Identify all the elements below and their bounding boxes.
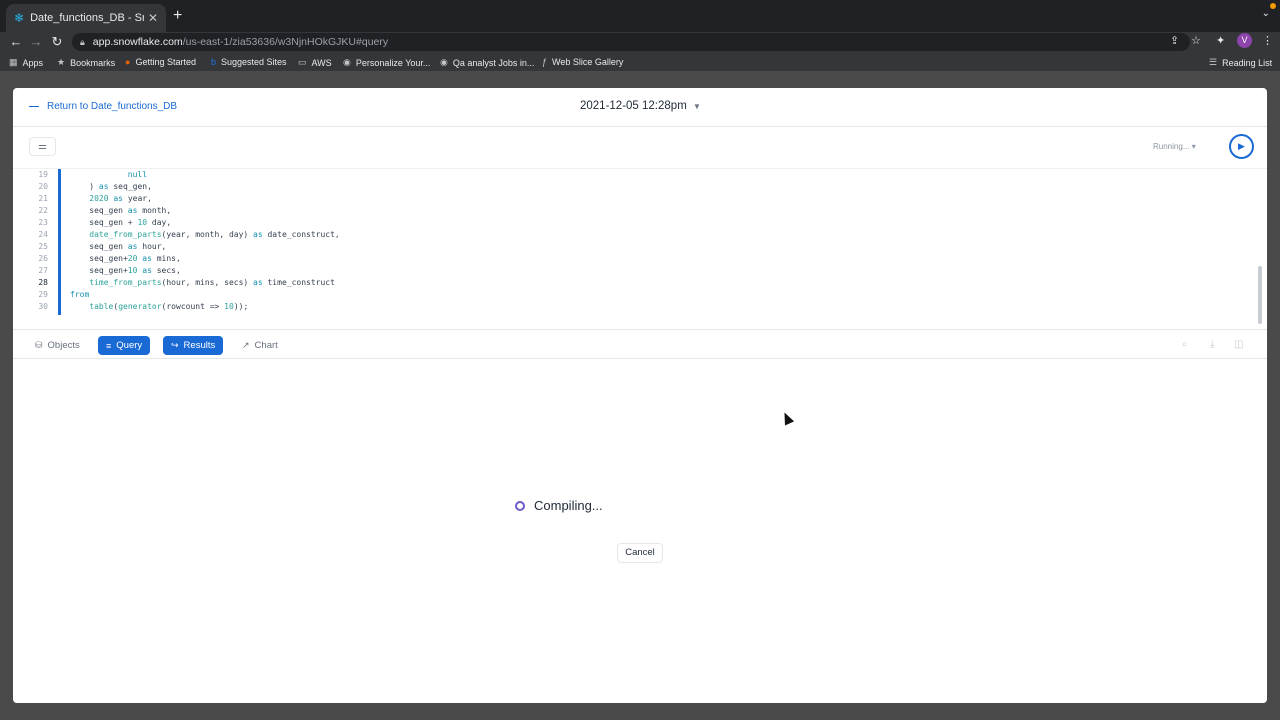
tab-close-icon[interactable]: ✕ xyxy=(148,11,158,25)
back-icon[interactable]: ← xyxy=(6,34,26,49)
lines-icon: ≡ xyxy=(106,340,112,351)
bookmark-bookmarks[interactable]: ★ Bookmarks xyxy=(57,57,115,68)
bookmark-suggested-sites[interactable]: b Suggested Sites xyxy=(211,57,287,67)
url-host: app.snowflake.com xyxy=(92,36,183,48)
code-line[interactable]: ) as seq_gen, xyxy=(70,181,340,193)
code-line[interactable]: seq_gen + 10 day, xyxy=(70,217,340,229)
folder-icon: ▭ xyxy=(298,57,307,67)
tab-search-chevron-icon[interactable]: ⌄ xyxy=(1262,8,1270,19)
avatar[interactable]: V xyxy=(1237,33,1252,48)
code-line[interactable]: seq_gen as hour, xyxy=(70,241,340,253)
forward-icon[interactable]: → xyxy=(26,34,46,49)
lock-icon: 🔒︎ xyxy=(80,36,85,47)
database-icon: ⛁ xyxy=(35,340,43,350)
code-line[interactable]: seq_gen+10 as secs, xyxy=(70,265,340,277)
firefox-icon: ● xyxy=(125,57,131,67)
caret-down-icon[interactable]: ▼ xyxy=(693,102,701,111)
line-number: 21 xyxy=(38,194,48,203)
bookmark-apps[interactable]: ▦ Apps xyxy=(9,57,43,68)
line-number: 28 xyxy=(38,278,48,287)
settings-sliders-button[interactable]: ⚌ xyxy=(29,137,56,156)
snowflake-icon: ❄ xyxy=(14,11,25,25)
tab-title: Date_functions_DB - Snowflak xyxy=(30,12,144,24)
url-path: /us-east-1/zia53636/w3NjnHOkGJKU#query xyxy=(182,36,389,48)
menu-icon[interactable]: ⋮ xyxy=(1262,34,1273,47)
query-detail-card: — Return to Date_functions_DB 2021-12-05… xyxy=(13,88,1267,703)
code-line[interactable]: seq_gen as month, xyxy=(70,205,340,217)
run-button[interactable]: ▶ xyxy=(1229,134,1254,159)
sliders-icon: ⚌ xyxy=(38,141,47,152)
slice-icon: ƒ xyxy=(542,57,548,67)
tab-objects[interactable]: ⛁ Objects xyxy=(27,336,88,355)
return-link-label: Return to Date_functions_DB xyxy=(47,101,178,112)
share-icon[interactable]: ⇪ xyxy=(1170,34,1179,47)
results-arrow-icon: ↪ xyxy=(171,340,179,350)
bookmarks-bar: ▦ Apps ★ Bookmarks ● Getting Started b Sugge… xyxy=(0,52,1280,72)
return-link[interactable]: — Return to Date_functions_DB xyxy=(29,101,177,112)
line-number: 24 xyxy=(38,230,48,239)
line-number: 29 xyxy=(38,290,48,299)
address-bar[interactable]: 🔒︎ app.snowflake.com/us-east-1/zia53636/… xyxy=(72,33,1190,51)
line-number: 25 xyxy=(38,242,48,251)
star-icon: ★ xyxy=(57,57,66,67)
play-icon: ▶ xyxy=(1238,141,1245,151)
line-number: 27 xyxy=(38,266,48,275)
sql-editor[interactable]: 19 20 21 22 23 24 25 26 27 28 29 30 null ) as seq_g… xyxy=(13,168,1267,328)
line-number: 23 xyxy=(38,218,48,227)
run-status[interactable]: Running... ▾ xyxy=(1153,142,1196,151)
loading-spinner-icon xyxy=(515,501,525,511)
code-line[interactable]: date_from_parts(year, month, day) as dat… xyxy=(70,229,339,241)
line-number: 30 xyxy=(38,302,48,311)
query-timestamp[interactable]: 2021-12-05 12:28pm xyxy=(580,100,687,112)
code-line[interactable]: table(generator(rowcount => 10)); xyxy=(70,301,340,313)
bookmark-personalize[interactable]: ◉ Personalize Your... xyxy=(343,57,430,68)
bing-icon: b xyxy=(211,57,217,67)
trend-icon: ↗ xyxy=(242,340,250,350)
line-number-gutter: 19 20 21 22 23 24 25 26 27 28 29 30 xyxy=(13,169,48,313)
tab-query[interactable]: ≡ Query xyxy=(98,336,151,355)
compiling-status: Compiling... xyxy=(534,498,603,513)
tab-chart[interactable]: ↗ Chart xyxy=(234,336,286,355)
download-icon[interactable]: ⤓ xyxy=(1210,339,1214,350)
code-line[interactable]: 2020 as year, xyxy=(70,193,340,205)
cancel-button[interactable]: Cancel xyxy=(617,543,663,563)
card-header: — Return to Date_functions_DB 2021-12-05… xyxy=(13,88,1267,127)
line-number: 22 xyxy=(38,206,48,215)
line-number: 20 xyxy=(38,182,48,191)
editor-scrollbar[interactable] xyxy=(1256,168,1264,328)
bookmark-qa-jobs[interactable]: ◉ Qa analyst Jobs in... xyxy=(440,57,534,68)
globe-icon: ◉ xyxy=(343,57,351,67)
code-area[interactable]: null ) as seq_gen, 2020 as year, seq_gen… xyxy=(70,169,340,313)
bookmark-getting-started[interactable]: ● Getting Started xyxy=(125,57,196,67)
bookmark-web-slice[interactable]: ƒ Web Slice Gallery xyxy=(542,57,623,67)
new-tab-button[interactable]: + xyxy=(173,7,182,25)
results-panel: Compiling... Cancel xyxy=(13,359,1267,703)
line-number: 19 xyxy=(38,170,48,179)
code-line[interactable]: null xyxy=(70,169,340,181)
panel-tab-bar: ⛁ Objects ≡ Query ↪ Results ↗ Chart ⌕ ⤓ ◫ xyxy=(13,329,1267,359)
bookmark-star-icon[interactable]: ☆ xyxy=(1191,34,1201,47)
browser-tab[interactable]: ❄ Date_functions_DB - Snowflak ✕ xyxy=(6,4,166,32)
browser-toolbar: ← → ↻ 🔒︎ app.snowflake.com/us-east-1/zia… xyxy=(0,32,1280,52)
tab-results[interactable]: ↪ Results xyxy=(163,336,224,355)
minus-icon: — xyxy=(29,101,39,112)
grid-icon: ▦ xyxy=(9,57,18,67)
reading-list[interactable]: ☰ Reading List xyxy=(1209,57,1272,68)
scrollbar-thumb[interactable] xyxy=(1258,266,1262,324)
code-line[interactable]: seq_gen+20 as mins, xyxy=(70,253,340,265)
code-line[interactable]: time_from_parts(hour, mins, secs) as tim… xyxy=(70,277,340,289)
reload-icon[interactable]: ↻ xyxy=(47,34,67,50)
globe-icon: ◉ xyxy=(440,57,448,67)
search-icon[interactable]: ⌕ xyxy=(1182,339,1188,350)
extensions-icon[interactable]: ✦ xyxy=(1216,34,1225,47)
reading-list-icon: ☰ xyxy=(1209,57,1218,67)
active-statement-bar xyxy=(58,169,61,315)
split-view-icon[interactable]: ◫ xyxy=(1234,339,1243,350)
browser-tab-bar: ❄ Date_functions_DB - Snowflak ✕ + ⌄ xyxy=(0,0,1280,32)
notification-dot xyxy=(1270,3,1276,9)
line-number: 26 xyxy=(38,254,48,263)
code-line[interactable]: from xyxy=(70,289,340,301)
bookmark-aws[interactable]: ▭ AWS xyxy=(298,57,332,68)
